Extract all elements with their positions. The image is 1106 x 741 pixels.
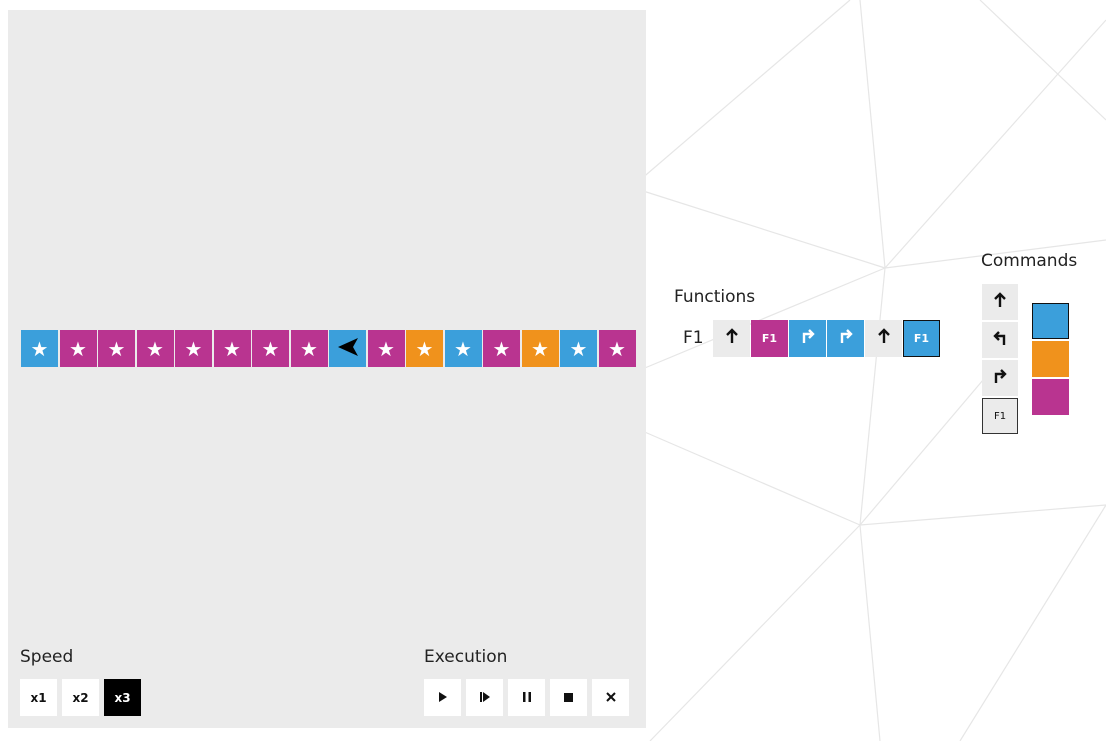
board-tile: ★: [136, 330, 174, 367]
stop-button[interactable]: [550, 679, 587, 716]
turn-right-icon: [992, 368, 1008, 389]
speed-button-x2[interactable]: x2: [62, 679, 99, 716]
star-icon: ★: [377, 336, 395, 361]
star-icon: ★: [30, 336, 49, 361]
turn-left-icon: [992, 330, 1008, 351]
star-icon: ★: [300, 336, 318, 361]
function-slot[interactable]: [827, 320, 864, 357]
command-turn-left[interactable]: [982, 322, 1018, 358]
board-tile: ★: [175, 330, 212, 367]
board-tile: ★: [252, 330, 289, 367]
function-slot[interactable]: [789, 320, 826, 357]
command-arrow-up[interactable]: [982, 284, 1018, 320]
speed-button-x1[interactable]: x1: [20, 679, 57, 716]
arrow-up-icon: [725, 328, 739, 349]
star-icon: ★: [608, 336, 626, 361]
board-tile: ★: [444, 330, 482, 367]
star-icon: ★: [146, 336, 164, 361]
board-tile: ★: [367, 330, 405, 367]
board-tile: ★: [290, 330, 328, 367]
function-slot[interactable]: [713, 320, 750, 357]
robot-arrow-left-icon: [336, 337, 360, 360]
execution-label: Execution: [424, 647, 508, 667]
functions-label: Functions: [674, 287, 756, 307]
play-button[interactable]: [424, 679, 461, 716]
star-icon: ★: [531, 336, 549, 361]
turn-right-icon: [800, 328, 816, 349]
star-icon: ★: [223, 336, 241, 361]
execution-controls: [424, 679, 629, 716]
function-f1-label: F1: [683, 328, 704, 348]
function-f1-icon: F1: [913, 332, 930, 345]
turn-right-icon: [838, 328, 854, 349]
star-icon: ★: [415, 336, 434, 361]
star-icon: ★: [107, 336, 126, 361]
board-tile: ★: [406, 330, 443, 367]
arrow-up-icon: [877, 328, 891, 349]
clear-button[interactable]: [592, 679, 629, 716]
star-icon: ★: [69, 336, 87, 361]
speed-controls: x1 x2 x3: [20, 679, 141, 716]
board-tile: ★: [98, 330, 135, 367]
color-palette: [1032, 303, 1069, 415]
board-tile: ★: [560, 330, 597, 367]
star-icon: ★: [569, 336, 588, 361]
function-f1-icon: F1: [761, 332, 778, 345]
function-f1-slots: F1 F1: [713, 320, 940, 357]
speed-button-x3[interactable]: x3: [104, 679, 141, 716]
board-tile: ★: [213, 330, 251, 367]
tile-row: ★ ★ ★ ★ ★ ★ ★ ★ ★ ★ ★ ★ ★ ★ ★: [21, 330, 636, 368]
game-board: ★ ★ ★ ★ ★ ★ ★ ★ ★ ★ ★ ★ ★ ★ ★ Speed x1 x2 x3 Execution: [8, 10, 646, 728]
star-icon: ★: [261, 336, 280, 361]
stop-icon: [564, 691, 573, 705]
color-swatch[interactable]: [1032, 379, 1069, 415]
command-turn-right[interactable]: [982, 360, 1018, 396]
star-icon: ★: [184, 336, 203, 361]
pause-icon: [522, 691, 531, 705]
board-tile: ★: [59, 330, 97, 367]
function-f1-icon: F1: [993, 410, 1007, 422]
color-swatch[interactable]: [1032, 341, 1069, 377]
board-tile: ★: [21, 330, 58, 367]
star-icon: ★: [492, 336, 511, 361]
command-palette: F1: [982, 284, 1018, 434]
step-icon: [479, 691, 490, 705]
board-tile: ★: [483, 330, 520, 367]
board-tile: ★: [521, 330, 559, 367]
function-slot[interactable]: F1: [903, 320, 940, 357]
star-icon: ★: [454, 336, 472, 361]
function-slot[interactable]: F1: [751, 320, 788, 357]
clear-icon: [605, 691, 616, 705]
step-button[interactable]: [466, 679, 503, 716]
board-tile: [329, 330, 366, 367]
play-icon: [438, 691, 447, 705]
commands-label: Commands: [981, 251, 1078, 271]
command-function-f1[interactable]: F1: [982, 398, 1018, 434]
speed-label: Speed: [20, 647, 74, 667]
function-slot[interactable]: [865, 320, 902, 357]
pause-button[interactable]: [508, 679, 545, 716]
color-swatch[interactable]: [1032, 303, 1069, 339]
arrow-up-icon: [993, 291, 1007, 313]
board-tile: ★: [598, 330, 636, 367]
